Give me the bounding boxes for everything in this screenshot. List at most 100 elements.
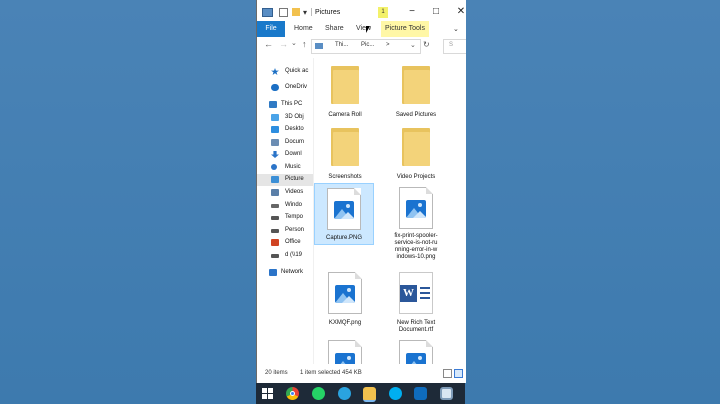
- nav-desktop[interactable]: Deskto: [257, 124, 313, 136]
- picture-icon: [271, 176, 279, 183]
- chrome-icon[interactable]: [286, 387, 299, 400]
- file-explorer-icon[interactable]: [363, 387, 376, 402]
- folder-icon: [331, 66, 359, 104]
- recent-locations-icon[interactable]: ⌄: [291, 39, 297, 47]
- tab-file[interactable]: File: [257, 21, 285, 37]
- nav-this-pc[interactable]: This PC: [257, 99, 313, 111]
- tab-picture-tools[interactable]: Picture Tools: [381, 21, 429, 37]
- skype-icon[interactable]: [389, 387, 402, 400]
- nav-label: 3D Obj: [285, 114, 304, 120]
- nav-label: Docum: [285, 139, 305, 145]
- desktop-background-right: [465, 0, 720, 404]
- nav-network-drive[interactable]: d (\\19: [257, 250, 313, 262]
- photo-icon: [334, 201, 354, 219]
- address-bar[interactable]: Thi... Pic... > ⌄: [311, 39, 421, 54]
- desktop-icon: [271, 126, 279, 133]
- forward-button[interactable]: →: [279, 39, 288, 49]
- up-button[interactable]: ↑: [302, 39, 307, 49]
- breadcrumb-this-pc[interactable]: Thi...: [335, 42, 348, 48]
- file-item[interactable]: Saved Pictures: [387, 62, 445, 122]
- window-title: Pictures: [315, 9, 341, 16]
- ribbon-expand-icon[interactable]: ⌄: [453, 25, 459, 33]
- nav-quick-access[interactable]: Quick ac: [257, 66, 313, 78]
- nav-label: Office: [285, 239, 301, 245]
- file-explorer-window: ▾ Pictures 1 − □ ✕ File Home Share View …: [256, 0, 466, 383]
- drive-icon: [271, 216, 279, 220]
- nav-office[interactable]: Office: [257, 237, 313, 249]
- minimize-button[interactable]: −: [405, 5, 419, 19]
- outlook-icon[interactable]: [414, 387, 427, 400]
- file-item[interactable]: Camera Roll: [316, 62, 374, 122]
- document-icon: [271, 139, 279, 146]
- nav-label: Picture: [285, 176, 304, 182]
- windows-start-icon[interactable]: [261, 387, 274, 400]
- image-file-icon: [328, 272, 362, 314]
- large-icons-view-icon[interactable]: [454, 369, 463, 378]
- nav-label: Windo: [285, 202, 303, 208]
- address-dropdown-icon[interactable]: ⌄: [410, 41, 416, 49]
- breadcrumb-pictures[interactable]: Pic...: [361, 42, 374, 48]
- tab-home[interactable]: Home: [294, 25, 313, 32]
- nav-label: Person: [285, 227, 305, 233]
- video-icon: [271, 189, 279, 196]
- file-name-line: indows-10.png: [396, 254, 436, 260]
- back-button[interactable]: ←: [264, 39, 273, 49]
- properties-icon[interactable]: [279, 8, 288, 17]
- taskbar: [256, 383, 465, 404]
- search-input[interactable]: S: [443, 39, 466, 54]
- folder-icon: [402, 66, 430, 104]
- nav-music[interactable]: Music: [257, 162, 313, 174]
- refresh-button[interactable]: ↻: [423, 40, 430, 49]
- file-item[interactable]: W New Rich Text Document.rtf: [387, 270, 445, 340]
- file-item[interactable]: KXMQF.png: [316, 270, 374, 330]
- file-name-line: nning-error-in-w: [394, 247, 438, 253]
- nav-videos[interactable]: Videos: [257, 187, 313, 199]
- nav-pictures[interactable]: Picture: [257, 174, 313, 186]
- file-name-line: New Rich Text: [396, 320, 436, 326]
- network-drive-icon: [271, 254, 279, 258]
- office-icon: [271, 239, 279, 246]
- tab-share[interactable]: Share: [325, 25, 344, 32]
- close-button[interactable]: ✕: [454, 5, 466, 19]
- maximize-button[interactable]: □: [429, 5, 443, 19]
- nav-network[interactable]: Network: [257, 267, 313, 279]
- image-file-icon: [399, 187, 433, 229]
- nav-onedrive[interactable]: OneDriv: [257, 82, 313, 94]
- image-file-icon: [328, 340, 362, 364]
- quick-access-dropdown-icon[interactable]: ▾: [303, 8, 307, 17]
- file-item[interactable]: fix-print-spooler- service-is-not-ru nni…: [387, 185, 445, 265]
- nav-temporary-drive[interactable]: Tempo: [257, 212, 313, 224]
- nav-label: Quick ac: [285, 68, 309, 74]
- nav-label: d (\\19: [285, 252, 303, 258]
- file-item-selected[interactable]: Capture.PNG: [314, 183, 374, 245]
- file-item[interactable]: [316, 338, 374, 364]
- taskbar-app-icon[interactable]: [440, 387, 453, 400]
- nav-label: Network: [281, 269, 304, 275]
- nav-downloads[interactable]: Downl: [257, 149, 313, 161]
- search-placeholder: S: [449, 42, 454, 48]
- file-name: Camera Roll: [328, 112, 362, 118]
- status-bar: 20 items 1 item selected 454 KB: [257, 364, 466, 383]
- new-folder-icon[interactable]: [292, 8, 300, 16]
- file-item[interactable]: Video Projects: [387, 124, 445, 184]
- navigation-pane: Quick ac OneDriv This PC 3D Obj Deskto D…: [257, 60, 313, 360]
- picture-tools-badge: 1: [378, 7, 388, 18]
- file-item[interactable]: Screenshots: [316, 124, 374, 184]
- nav-windows-drive[interactable]: Windo: [257, 200, 313, 212]
- nav-personal-drive[interactable]: Person: [257, 225, 313, 237]
- photo-icon: [406, 200, 426, 218]
- nav-label: Downl: [285, 151, 302, 157]
- file-name: KXMQF.png: [328, 320, 362, 326]
- file-name: Video Projects: [396, 174, 436, 180]
- nav-documents[interactable]: Docum: [257, 137, 313, 149]
- address-row: ← → ⌄ ↑ Thi... Pic... > ⌄ ↻ S: [257, 37, 466, 54]
- ribbon-tabs: File Home Share View Picture Tools ⌄: [257, 21, 466, 38]
- nav-3d-objects[interactable]: 3D Obj: [257, 112, 313, 124]
- telegram-icon[interactable]: [338, 387, 351, 400]
- file-name: Capture.PNG: [325, 235, 362, 241]
- whatsapp-icon[interactable]: [312, 387, 325, 400]
- details-view-icon[interactable]: [443, 369, 452, 378]
- file-name-line: service-is-not-ru: [394, 240, 438, 246]
- file-item[interactable]: [387, 338, 445, 364]
- image-file-icon: [399, 340, 433, 364]
